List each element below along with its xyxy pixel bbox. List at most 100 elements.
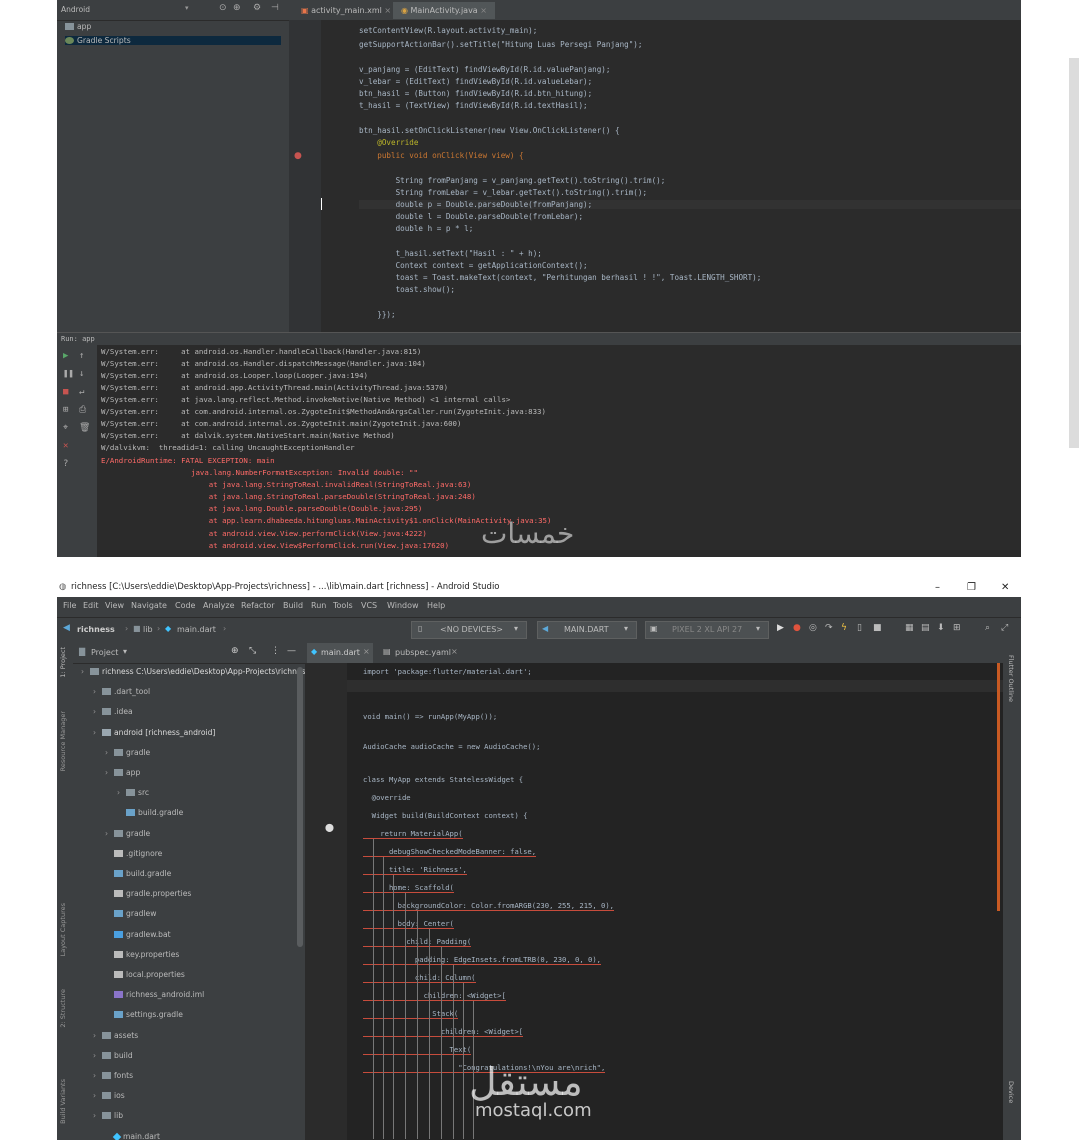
chevron-right-icon[interactable]: ›	[117, 788, 126, 797]
arrow-up-icon[interactable]: ↑	[79, 351, 84, 361]
menu-tools[interactable]: Tools	[333, 601, 353, 610]
pin-icon[interactable]: ⌖	[63, 423, 68, 433]
tree-item[interactable]: main.dart	[105, 1132, 160, 1140]
tree-item[interactable]: › .idea	[93, 707, 133, 716]
tab-main-activity-java[interactable]: ◉ MainActivity.java ×	[393, 2, 495, 19]
chevron-right-icon[interactable]: ›	[93, 1111, 102, 1120]
chevron-down-icon[interactable]: ▾	[123, 647, 127, 656]
menu-view[interactable]: View	[105, 601, 124, 610]
locate-icon[interactable]: ⊕	[231, 646, 239, 656]
side-tab-layout-captures[interactable]: Layout Captures	[59, 903, 67, 956]
tree-item[interactable]: settings.gradle	[105, 1010, 183, 1019]
restore-layout-icon[interactable]: ⊞	[63, 405, 68, 415]
menu-code[interactable]: Code	[175, 601, 195, 610]
close-icon[interactable]: ✕	[63, 441, 68, 451]
chevron-right-icon[interactable]: ›	[105, 829, 114, 838]
tree-item[interactable]: gradlew	[105, 909, 156, 918]
tree-item[interactable]: › fonts	[93, 1071, 133, 1080]
tree-item[interactable]: build.gradle	[105, 869, 171, 878]
menu-file[interactable]: File	[63, 601, 76, 610]
menu-window[interactable]: Window	[387, 601, 419, 610]
run-config-selector[interactable]: ◀ MAIN.DART ▾	[537, 621, 637, 639]
chevron-right-icon[interactable]: ›	[93, 707, 102, 716]
tree-item[interactable]: › build	[93, 1051, 133, 1060]
run-icon[interactable]: ▶	[777, 623, 784, 633]
maximize-button[interactable]: ❐	[967, 578, 976, 597]
more-icon[interactable]: ⋮	[271, 646, 280, 656]
sdk-manager-icon[interactable]: ⬇	[937, 623, 945, 633]
rerun-icon[interactable]: ▶	[63, 351, 68, 361]
menu-vcs[interactable]: VCS	[361, 601, 377, 610]
sync-icon[interactable]: ⊙	[219, 3, 227, 13]
close-icon[interactable]: ×	[451, 647, 458, 656]
print-icon[interactable]: ⎙	[79, 405, 86, 415]
tab-main-dart[interactable]: ◆ main.dart ×	[307, 643, 373, 665]
attach-icon[interactable]: ↷	[825, 623, 833, 633]
tree-item[interactable]: › ios	[93, 1091, 125, 1100]
sync-gradle-icon[interactable]: ▦	[905, 623, 914, 633]
chevron-right-icon[interactable]: ›	[93, 728, 102, 737]
pause-icon[interactable]: ❚❚	[63, 369, 74, 379]
chevron-right-icon[interactable]: ›	[93, 1071, 102, 1080]
tree-item-app[interactable]: app	[65, 22, 91, 31]
project-view-select[interactable]: Android	[61, 5, 90, 14]
stop-icon[interactable]: ■	[63, 387, 68, 397]
project-view-select[interactable]: Project	[91, 648, 118, 657]
chevron-right-icon[interactable]: ›	[93, 687, 102, 696]
hide-icon[interactable]: ⊣	[271, 3, 279, 13]
side-tab-resource-manager[interactable]: Resource Manager	[59, 711, 67, 771]
dart-code-editor[interactable]: import 'package:flutter/material.dart';i…	[347, 663, 1003, 1140]
gear-icon[interactable]: ⚙	[253, 3, 261, 13]
tree-item[interactable]: key.properties	[105, 950, 179, 959]
tab-activity-main-xml[interactable]: ▣ activity_main.xml ×	[293, 2, 399, 19]
close-icon[interactable]: ×	[382, 6, 391, 15]
chevron-down-icon[interactable]: ▾	[185, 4, 189, 12]
menu-refactor[interactable]: Refactor	[241, 601, 275, 610]
side-tab-device[interactable]: Device	[1007, 1081, 1015, 1103]
side-tab-flutter-outline[interactable]: Flutter Outline	[1007, 655, 1015, 702]
breadcrumb-lib[interactable]: lib	[143, 625, 153, 634]
tree-item[interactable]: › .dart_tool	[93, 687, 150, 696]
hot-reload-icon[interactable]: ϟ	[841, 623, 847, 633]
trash-icon[interactable]: 🗑	[79, 423, 90, 433]
tree-item[interactable]: › richness C:\Users\eddie\Desktop\App-Pro…	[81, 667, 310, 676]
breadcrumb-file[interactable]: main.dart	[177, 625, 216, 634]
tree-item[interactable]: build.gradle	[117, 808, 183, 817]
menu-edit[interactable]: Edit	[83, 601, 99, 610]
tree-item-gradle-scripts[interactable]: Gradle Scripts	[65, 36, 281, 45]
chevron-right-icon[interactable]: ›	[105, 768, 114, 777]
tree-item[interactable]: › gradle	[105, 829, 150, 838]
close-button[interactable]: ✕	[1001, 578, 1009, 597]
chevron-right-icon[interactable]: ›	[93, 1031, 102, 1040]
tab-pubspec-yaml[interactable]: ▤ pubspec.yaml ×	[379, 643, 463, 663]
tree-item[interactable]: richness_android.iml	[105, 990, 204, 999]
debug-icon[interactable]: ●	[793, 623, 801, 633]
close-icon[interactable]: ×	[478, 6, 487, 15]
profile-icon[interactable]: ◎	[809, 623, 817, 633]
tree-item[interactable]: .gitignore	[105, 849, 162, 858]
stop-icon[interactable]: ■	[873, 623, 882, 633]
side-tab-structure[interactable]: 2: Structure	[59, 989, 67, 1028]
editor-scrollbar[interactable]	[997, 663, 1000, 911]
java-code-editor[interactable]: setContentView(R.layout.activity_main); …	[321, 20, 1021, 332]
tree-item[interactable]: gradlew.bat	[105, 930, 171, 939]
tree-item[interactable]: › gradle	[105, 748, 150, 757]
chevron-right-icon[interactable]: ›	[93, 1051, 102, 1060]
tree-item[interactable]: › assets	[93, 1031, 138, 1040]
chevron-right-icon[interactable]: ›	[81, 667, 90, 676]
menu-build[interactable]: Build	[283, 601, 303, 610]
menu-run[interactable]: Run	[311, 601, 326, 610]
arrow-down-icon[interactable]: ↓	[79, 369, 84, 379]
wrap-icon[interactable]: ↵	[79, 387, 84, 397]
help-icon[interactable]: ?	[63, 459, 68, 469]
chevron-right-icon[interactable]: ›	[105, 748, 114, 757]
side-tab-build-variants[interactable]: Build Variants	[59, 1079, 67, 1124]
collapse-icon[interactable]: ⊕	[233, 3, 241, 13]
breadcrumb-project[interactable]: richness	[77, 625, 115, 634]
maximize-icon[interactable]: ⤢	[1001, 623, 1008, 633]
structure-icon[interactable]: ⊞	[953, 623, 961, 633]
tree-item[interactable]: › lib	[93, 1111, 123, 1120]
collapse-all-icon[interactable]: ⤡	[249, 646, 256, 656]
tree-item[interactable]: gradle.properties	[105, 889, 191, 898]
tree-scrollbar[interactable]	[297, 667, 303, 947]
